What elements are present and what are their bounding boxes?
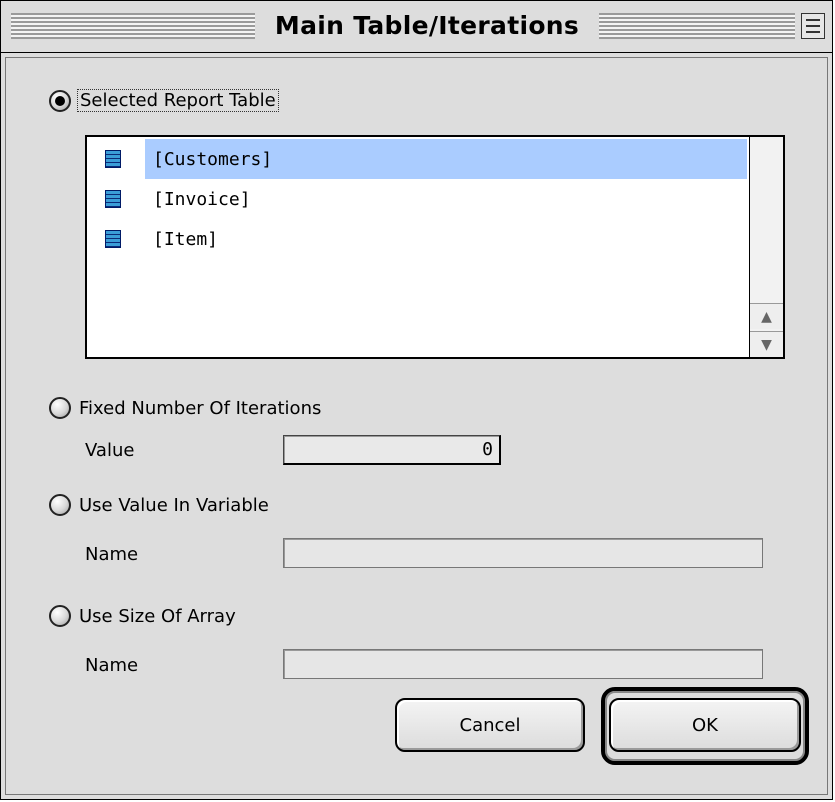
scroll-up-arrow-icon[interactable]: ▲ (750, 303, 783, 329)
ok-button[interactable]: OK (609, 698, 801, 752)
radio-fixed-number-of-iterations[interactable]: Fixed Number Of Iterations (49, 397, 321, 419)
radio-selected-report-table[interactable]: Selected Report Table (49, 89, 279, 112)
table-list[interactable]: [Customers] [Invoice] [Item] ▲ ▼ (85, 135, 785, 359)
cancel-button[interactable]: Cancel (395, 698, 585, 752)
array-name-label: Name (85, 655, 139, 676)
array-name-field[interactable] (283, 649, 763, 679)
list-scrollbar[interactable]: ▲ ▼ (749, 137, 783, 357)
radio-use-size-of-array[interactable]: Use Size Of Array (49, 605, 236, 627)
list-item[interactable]: [Item] (87, 219, 747, 259)
list-item[interactable]: [Invoice] (87, 179, 747, 219)
list-item-label: [Customers] (153, 148, 273, 170)
table-icon (105, 190, 121, 208)
list-item[interactable]: [Customers] (87, 139, 747, 179)
table-icon (105, 230, 121, 248)
radio-button[interactable] (49, 494, 71, 516)
radio-label: Fixed Number Of Iterations (79, 397, 322, 419)
variable-name-label: Name (85, 544, 139, 565)
radio-label: Use Value In Variable (79, 494, 269, 516)
title-bar[interactable]: Main Table/Iterations (1, 1, 832, 53)
table-icon (105, 150, 121, 168)
value-label: Value (85, 440, 135, 461)
radio-label: Selected Report Table (77, 89, 279, 112)
scroll-down-arrow-icon[interactable]: ▼ (750, 331, 783, 357)
variable-name-field[interactable] (283, 538, 763, 568)
title-bar-stripes-right (599, 13, 795, 39)
radio-use-value-in-variable[interactable]: Use Value In Variable (49, 494, 269, 516)
radio-label: Use Size Of Array (79, 605, 236, 627)
radio-button[interactable] (49, 605, 71, 627)
table-list-items: [Customers] [Invoice] [Item] (87, 137, 747, 357)
dialog-window: Main Table/Iterations Selected Report Ta… (0, 0, 833, 800)
value-field[interactable]: 0 (283, 435, 501, 465)
window-title: Main Table/Iterations (255, 10, 599, 42)
window-collapse-icon[interactable] (801, 13, 825, 39)
title-bar-stripes-left (11, 13, 255, 39)
list-item-label: [Invoice] (153, 188, 251, 210)
radio-button[interactable] (49, 397, 71, 419)
radio-button-selected[interactable] (49, 89, 71, 112)
list-item-label: [Item] (153, 228, 219, 250)
